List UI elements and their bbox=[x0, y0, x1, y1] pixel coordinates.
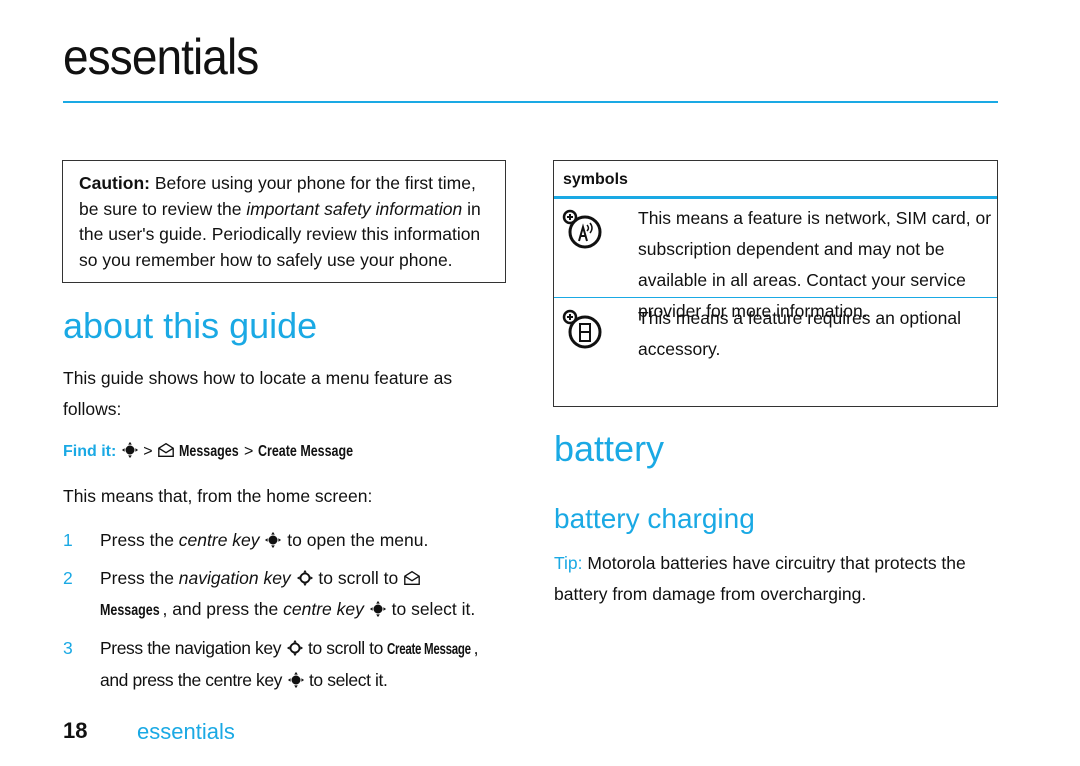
symbol-description: This means a feature requires an optiona… bbox=[638, 308, 961, 359]
step-text: to scroll to bbox=[313, 568, 404, 588]
page-number: 18 bbox=[63, 718, 88, 743]
find-it-path: Find it: > Messages > Create Message bbox=[63, 441, 380, 461]
tip-text: Motorola batteries have circuitry that p… bbox=[554, 553, 966, 604]
page-title: essentials bbox=[63, 29, 259, 85]
find-it-label: Find it: bbox=[63, 443, 117, 460]
step-text: to select it. bbox=[304, 670, 388, 690]
step-text: to open the menu. bbox=[282, 530, 429, 550]
symbols-table: symbols This means a feature is network,… bbox=[553, 160, 998, 407]
tip-label: Tip: bbox=[554, 553, 583, 573]
about-heading: about this guide bbox=[63, 305, 318, 346]
step-number: 2 bbox=[63, 568, 73, 588]
battery-heading: battery bbox=[554, 428, 665, 469]
symbol-description: This means a feature is network, SIM car… bbox=[638, 208, 992, 321]
messages-icon bbox=[404, 570, 420, 585]
caution-box: Caution: Before using your phone for the… bbox=[62, 160, 506, 283]
symbols-header: symbols bbox=[554, 161, 997, 199]
menu-create-message: Create Message bbox=[257, 443, 353, 460]
step-text: , bbox=[473, 638, 479, 658]
means-text: This means that, from the home screen: bbox=[63, 486, 373, 506]
symbol-row: This means a feature is network, SIM car… bbox=[554, 199, 997, 321]
messages-icon bbox=[158, 442, 174, 457]
about-intro: This guide shows how to locate a menu fe… bbox=[63, 368, 453, 419]
step-text: and press the centre key bbox=[100, 670, 287, 690]
key-name: centre key bbox=[178, 530, 260, 550]
menu-messages: Messages bbox=[179, 443, 240, 460]
centre-key-icon bbox=[121, 441, 138, 459]
key-name: centre key bbox=[283, 599, 364, 619]
step-text: to scroll to bbox=[303, 638, 388, 658]
menu-create-message: Create Message bbox=[387, 641, 472, 658]
step-text: Press the navigation key bbox=[100, 638, 286, 658]
title-rule bbox=[63, 101, 998, 103]
battery-charging-heading: battery charging bbox=[554, 503, 755, 534]
symbol-row: This means a feature requires an optiona… bbox=[554, 297, 997, 365]
navigation-key-icon bbox=[286, 639, 303, 657]
centre-key-icon bbox=[265, 531, 282, 549]
step-number: 3 bbox=[63, 638, 73, 658]
battery-tip: Tip: Motorola batteries have circuitry t… bbox=[554, 548, 994, 610]
safety-info-reference: important safety information bbox=[246, 198, 463, 219]
navigation-key-icon bbox=[296, 569, 313, 587]
footer-section: essentials bbox=[137, 719, 235, 744]
path-separator: > bbox=[243, 443, 254, 460]
centre-key-icon bbox=[369, 600, 386, 618]
centre-key-icon bbox=[287, 671, 304, 689]
step-1: 1 Press the centre key to open the menu. bbox=[63, 525, 513, 556]
step-text: to select it. bbox=[386, 599, 476, 619]
step-text: Press the bbox=[100, 568, 179, 588]
step-2: 2 Press the navigation key to scroll to … bbox=[63, 563, 513, 626]
path-separator: > bbox=[143, 443, 153, 460]
menu-messages: Messages bbox=[100, 602, 160, 619]
step-number: 1 bbox=[63, 530, 73, 550]
step-text: , and press the bbox=[162, 599, 284, 619]
optional-accessory-icon bbox=[562, 309, 602, 349]
caution-label: Caution: bbox=[79, 173, 150, 193]
step-3: 3 Press the navigation key to scroll to … bbox=[63, 633, 513, 696]
step-text: Press the bbox=[100, 530, 179, 550]
key-name: navigation key bbox=[178, 568, 291, 588]
network-dependent-icon bbox=[562, 209, 602, 249]
